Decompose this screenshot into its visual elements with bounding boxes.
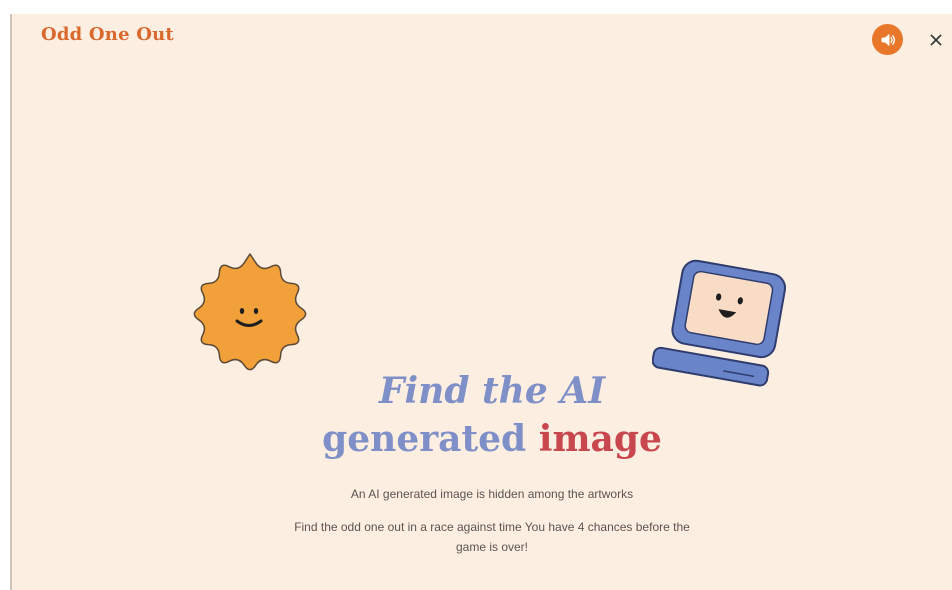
- app-title: Odd One Out: [41, 24, 174, 45]
- speaker-icon: [881, 33, 895, 46]
- close-button[interactable]: [924, 28, 948, 52]
- sun-body: [193, 253, 307, 371]
- description-line-2: Find the odd one out in a race against t…: [294, 520, 690, 554]
- game-stage: Odd One Out Find the AI generated image …: [0, 0, 952, 590]
- monitor-screen: [684, 270, 774, 346]
- headline-line-2: generated image: [252, 415, 732, 463]
- headline-generated: generated: [322, 418, 527, 460]
- description-line-1: An AI generated image is hidden among th…: [350, 487, 634, 501]
- sun-left-eye: [239, 308, 245, 314]
- sound-button[interactable]: [872, 24, 903, 55]
- smiling-sun-icon: [193, 253, 307, 371]
- headline: Find the AI generated image: [252, 367, 732, 463]
- headline-image: image: [538, 418, 662, 460]
- game-panel: Odd One Out Find the AI generated image …: [10, 14, 952, 590]
- sun-right-eye: [253, 308, 259, 314]
- headline-line-1: Find the AI: [378, 370, 606, 412]
- close-icon: [930, 34, 942, 46]
